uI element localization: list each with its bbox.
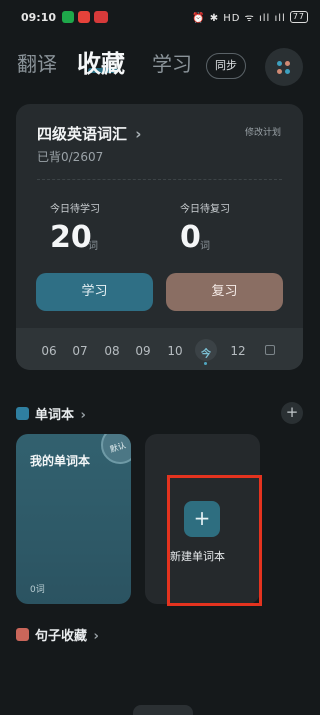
divider	[37, 179, 282, 180]
wordbook-section-header[interactable]: 单词本 ›	[35, 404, 86, 423]
wordbook-count: 0词	[30, 585, 45, 595]
system-status-text: ⏰ ✱ HD ᯤ ıll ıll	[192, 13, 286, 24]
bottom-sheet-handle[interactable]	[133, 705, 193, 715]
plan-card: 四级英语词汇 › 已背0/2607 修改计划 今日待学习 20 词 今日待复习 …	[16, 104, 303, 370]
wordbook-section-title: 单词本	[35, 408, 75, 423]
menu-dot-icon	[277, 69, 282, 74]
chevron-right-icon: ›	[93, 629, 99, 644]
app-notification-icon	[62, 11, 74, 23]
status-bar: 09:10 ⏰ ✱ HD ᯤ ıll ıll 77	[0, 0, 320, 36]
tab-translate[interactable]: 翻译	[17, 48, 57, 77]
date-item[interactable]: 12	[226, 344, 250, 358]
plan-title-text: 四级英语词汇	[37, 125, 128, 143]
review-button[interactable]: 复习	[166, 273, 283, 311]
tab-favorites[interactable]: 收藏	[77, 44, 125, 79]
date-item[interactable]: 06	[37, 344, 61, 358]
chevron-right-icon: ›	[135, 125, 142, 143]
study-count: 20	[50, 220, 92, 255]
plan-progress: 已背0/2607	[37, 150, 104, 164]
add-wordbook-button[interactable]: +	[281, 402, 303, 424]
review-unit: 词	[200, 241, 210, 252]
review-label: 今日待复习	[180, 204, 230, 215]
tab-learn[interactable]: 学习	[152, 48, 192, 77]
study-button[interactable]: 学习	[36, 273, 153, 311]
wordbook-section-icon	[16, 407, 29, 420]
wordbook-card[interactable]: 默认 我的单词本 0词	[16, 434, 131, 604]
app-notification-icon	[78, 11, 90, 23]
highlight-box	[167, 475, 262, 606]
app-notification-icon	[94, 11, 108, 23]
wordbook-name: 我的单词本	[30, 454, 91, 468]
edit-plan-link[interactable]: 修改计划	[245, 125, 281, 138]
today-dot	[204, 362, 207, 365]
sync-button[interactable]: 同步	[206, 53, 246, 79]
sentence-section-header[interactable]: 句子收藏 ›	[35, 625, 99, 644]
menu-dot-icon	[285, 61, 290, 66]
study-label: 今日待学习	[50, 204, 100, 215]
menu-dot-icon	[277, 61, 282, 66]
calendar-icon[interactable]	[265, 345, 275, 355]
date-item[interactable]: 09	[131, 344, 155, 358]
date-item[interactable]: 07	[68, 344, 92, 358]
sentence-section-icon	[16, 628, 29, 641]
sentence-section-title: 句子收藏	[35, 629, 88, 644]
menu-dot-icon	[285, 69, 290, 74]
date-item[interactable]: 10	[163, 344, 187, 358]
status-time: 09:10	[21, 11, 57, 24]
date-item[interactable]: 08	[100, 344, 124, 358]
chevron-right-icon: ›	[80, 408, 86, 423]
system-icons: ⏰ ✱ HD ᯤ ıll ıll 77	[192, 10, 308, 24]
date-item-today[interactable]: 今	[194, 345, 218, 360]
plan-title[interactable]: 四级英语词汇 ›	[37, 123, 141, 144]
study-unit: 词	[88, 241, 98, 252]
menu-button[interactable]	[265, 48, 303, 86]
review-count: 0	[180, 220, 201, 255]
battery-icon: 77	[289, 11, 308, 23]
